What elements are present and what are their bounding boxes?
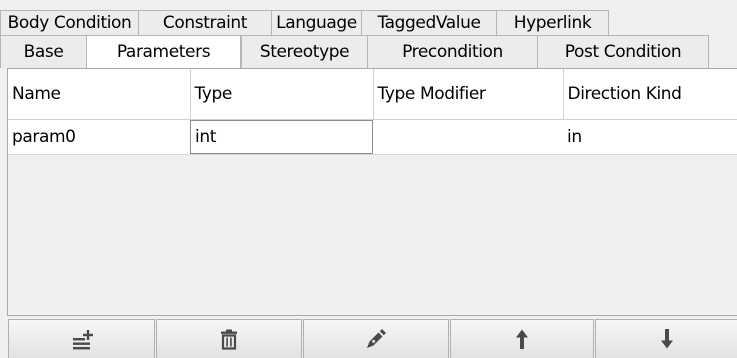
pen-icon bbox=[367, 329, 386, 348]
tab-body-condition[interactable]: Body Condition bbox=[0, 10, 138, 35]
move-down-button[interactable] bbox=[595, 319, 737, 358]
column-header-type[interactable]: Type bbox=[190, 69, 374, 120]
arrow-down-icon bbox=[660, 329, 673, 349]
tab-row-upper: Body Condition Constraint Language Tagge… bbox=[0, 10, 737, 35]
cell-type[interactable]: int bbox=[190, 119, 373, 155]
table-row[interactable]: param0 int in bbox=[8, 119, 737, 155]
arrow-up-icon bbox=[516, 329, 528, 349]
add-parameter-button[interactable] bbox=[8, 319, 155, 358]
cell-direction-kind[interactable]: in bbox=[563, 119, 737, 155]
tab-stereotype[interactable]: Stereotype bbox=[241, 35, 367, 68]
column-header-name[interactable]: Name bbox=[8, 69, 191, 120]
tab-base[interactable]: Base bbox=[0, 35, 86, 68]
tab-row-lower: Base Parameters Stereotype Precondition … bbox=[0, 35, 737, 68]
table-toolbar bbox=[8, 319, 737, 358]
edit-parameter-button[interactable] bbox=[303, 319, 449, 358]
cell-name[interactable]: param0 bbox=[8, 119, 190, 155]
tab-language[interactable]: Language bbox=[271, 10, 361, 35]
tab-parameters[interactable]: Parameters bbox=[86, 35, 241, 68]
tab-hyperlink[interactable]: Hyperlink bbox=[496, 10, 609, 35]
tab-tagged-value[interactable]: TaggedValue bbox=[361, 10, 496, 35]
column-header-direction-kind[interactable]: Direction Kind bbox=[563, 69, 737, 120]
table-header-row: Name Type Type Modifier Direction Kind bbox=[8, 69, 737, 120]
trash-icon bbox=[221, 329, 237, 350]
parameters-table: Name Type Type Modifier Direction Kind p… bbox=[8, 69, 737, 155]
move-up-button[interactable] bbox=[450, 319, 594, 358]
tab-constraint[interactable]: Constraint bbox=[138, 10, 271, 35]
delete-parameter-button[interactable] bbox=[156, 319, 302, 358]
add-row-icon bbox=[72, 330, 93, 350]
cell-type-modifier[interactable] bbox=[373, 119, 563, 155]
parameters-panel: Name Type Type Modifier Direction Kind p… bbox=[7, 68, 737, 316]
tab-post-condition[interactable]: Post Condition bbox=[537, 35, 709, 68]
tab-precondition[interactable]: Precondition bbox=[367, 35, 537, 68]
column-header-type-modifier[interactable]: Type Modifier bbox=[373, 69, 564, 120]
type-input[interactable]: int bbox=[190, 119, 373, 153]
